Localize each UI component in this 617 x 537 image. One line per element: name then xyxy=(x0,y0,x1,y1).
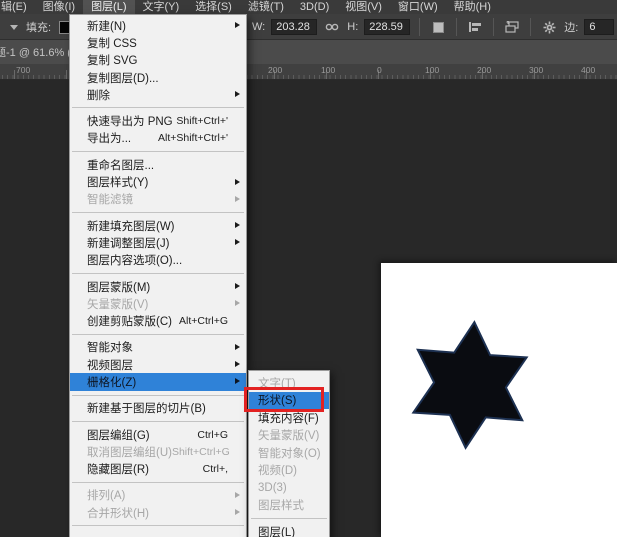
menubar-item-type[interactable]: 文字(Y) xyxy=(135,0,188,14)
menu-item-rasterize[interactable]: 栅格化(Z) xyxy=(70,373,246,390)
menubar-item-3d[interactable]: 3D(D) xyxy=(292,0,337,14)
menubar-item-layer[interactable]: 图层(L) xyxy=(83,0,134,14)
submenu-item-shape[interactable]: 形状(S) xyxy=(249,392,329,410)
menubar-item-filter[interactable]: 滤镜(T) xyxy=(240,0,292,14)
submenu-arrow-icon xyxy=(235,222,240,228)
photoshop-window: 辑(E) 图像(I) 图层(L) 文字(Y) 选择(S) 滤镜(T) 3D(D)… xyxy=(0,0,617,537)
rasterize-submenu: 文字(T) 形状(S) 填充内容(F) 矢量蒙版(V) 智能对象(O) 视频(D… xyxy=(248,370,330,537)
menu-item-ungroup-layers: 取消图层编组(U)Shift+Ctrl+G xyxy=(70,443,246,460)
submenu-item-fill-content[interactable]: 填充内容(F) xyxy=(249,409,329,427)
submenu-arrow-icon xyxy=(235,344,240,350)
menu-separator xyxy=(72,212,244,213)
height-label: H: xyxy=(347,21,358,33)
menu-item-vector-mask: 矢量蒙版(V) xyxy=(70,295,246,312)
fill-label: 填充: xyxy=(26,19,51,35)
submenu-item-layer[interactable]: 图层(L) xyxy=(249,523,329,537)
menu-item-new-fill-layer[interactable]: 新建填充图层(W) xyxy=(70,217,246,234)
layer-menu: 新建(N) 复制 CSS 复制 SVG 复制图层(D)... 删除 快速导出为 … xyxy=(69,14,247,537)
submenu-arrow-icon xyxy=(235,179,240,185)
submenu-arrow-icon xyxy=(235,239,240,245)
ruler-label: 100 xyxy=(321,65,335,75)
menu-item-new[interactable]: 新建(N) xyxy=(70,17,246,34)
submenu-item-3d: 3D(3) xyxy=(249,479,329,497)
menu-separator xyxy=(72,334,244,335)
width-input[interactable]: 203.28 xyxy=(271,19,317,35)
menu-item-combine-shapes: 合并形状(H) xyxy=(70,504,246,521)
menubar-item-window[interactable]: 窗口(W) xyxy=(390,0,446,14)
menu-item-export-as[interactable]: 导出为...Alt+Shift+Ctrl+' xyxy=(70,130,246,147)
menu-separator xyxy=(72,482,244,483)
menu-item-smart-filter: 智能滤镜 xyxy=(70,191,246,208)
submenu-arrow-icon xyxy=(235,492,240,498)
options-separator xyxy=(456,18,457,36)
menubar-item-image[interactable]: 图像(I) xyxy=(35,0,83,14)
menu-separator xyxy=(72,421,244,422)
ruler-label: 200 xyxy=(268,65,282,75)
menu-item-create-clipping-mask[interactable]: 创建剪贴蒙版(C)Alt+Ctrl+G xyxy=(70,312,246,329)
menu-item-arrange: 排列(A) xyxy=(70,487,246,504)
menu-separator xyxy=(72,395,244,396)
submenu-arrow-icon xyxy=(235,509,240,515)
menu-item-smart-objects[interactable]: 智能对象 xyxy=(70,339,246,356)
menu-item-video-layers[interactable]: 视频图层 xyxy=(70,356,246,373)
menu-item-layer-content-options[interactable]: 图层内容选项(O)... xyxy=(70,252,246,269)
menu-item-quick-export-png[interactable]: 快速导出为 PNGShift+Ctrl+' xyxy=(70,112,246,129)
star-shape[interactable] xyxy=(381,263,617,537)
ruler-label: 100 xyxy=(425,65,439,75)
ruler-label: 700 xyxy=(16,65,30,75)
submenu-arrow-icon xyxy=(235,283,240,289)
menubar-item-edit[interactable]: 辑(E) xyxy=(0,0,35,14)
submenu-item-type: 文字(T) xyxy=(249,374,329,392)
edge-input[interactable]: 6 xyxy=(584,19,614,35)
menu-item-new-adjustment-layer[interactable]: 新建调整图层(J) xyxy=(70,234,246,251)
path-alignment-icon[interactable] xyxy=(466,18,484,36)
menu-separator xyxy=(72,525,244,526)
submenu-item-video: 视频(D) xyxy=(249,462,329,480)
path-operations-icon[interactable] xyxy=(429,18,447,36)
chevron-down-icon[interactable] xyxy=(10,25,18,30)
menu-item-delete[interactable]: 删除 xyxy=(70,86,246,103)
submenu-item-smart-object: 智能对象(O) xyxy=(249,444,329,462)
menu-item-new-layer-based-slice[interactable]: 新建基于图层的切片(B) xyxy=(70,400,246,417)
menu-item-copy-svg[interactable]: 复制 SVG xyxy=(70,52,246,69)
menu-item-copy-css[interactable]: 复制 CSS xyxy=(70,34,246,51)
menu-item-duplicate-layer[interactable]: 复制图层(D)... xyxy=(70,69,246,86)
menubar-item-help[interactable]: 帮助(H) xyxy=(446,0,499,14)
ruler-label: 400 xyxy=(581,65,595,75)
menubar-item-view[interactable]: 视图(V) xyxy=(337,0,390,14)
edge-label: 边: xyxy=(564,19,578,35)
menubar: 辑(E) 图像(I) 图层(L) 文字(Y) 选择(S) 滤镜(T) 3D(D)… xyxy=(0,0,617,14)
menubar-item-select[interactable]: 选择(S) xyxy=(187,0,240,14)
six-point-star xyxy=(411,318,529,451)
submenu-arrow-icon xyxy=(235,361,240,367)
path-arrangement-icon[interactable] xyxy=(503,18,521,36)
submenu-item-vector-mask: 矢量蒙版(V) xyxy=(249,427,329,445)
submenu-arrow-icon xyxy=(235,91,240,97)
menu-item-layer-style[interactable]: 图层样式(Y) xyxy=(70,173,246,190)
menu-item-group-layers[interactable]: 图层编组(G)Ctrl+G xyxy=(70,426,246,443)
canvas-area[interactable] xyxy=(381,263,617,537)
menu-separator xyxy=(72,151,244,152)
submenu-arrow-icon xyxy=(235,22,240,28)
ruler-label: 0 xyxy=(377,65,382,75)
menu-separator xyxy=(72,273,244,274)
options-separator xyxy=(530,18,531,36)
link-dimensions-icon[interactable] xyxy=(323,18,341,36)
menu-item-rename-layer[interactable]: 重命名图层... xyxy=(70,156,246,173)
menu-separator xyxy=(72,107,244,108)
menu-item-hide-layers[interactable]: 隐藏图层(R)Ctrl+, xyxy=(70,461,246,478)
submenu-arrow-icon xyxy=(235,378,240,384)
menu-separator xyxy=(251,518,327,519)
submenu-item-layer-style: 图层样式 xyxy=(249,497,329,515)
submenu-arrow-icon xyxy=(235,300,240,306)
options-separator xyxy=(419,18,420,36)
gear-icon[interactable] xyxy=(540,18,558,36)
width-label: W: xyxy=(252,21,265,33)
ruler-label: 300 xyxy=(529,65,543,75)
height-input[interactable]: 228.59 xyxy=(364,19,410,35)
submenu-arrow-icon xyxy=(235,196,240,202)
options-separator xyxy=(493,18,494,36)
menu-item-layer-mask[interactable]: 图层蒙版(M) xyxy=(70,278,246,295)
ruler-label: 200 xyxy=(477,65,491,75)
